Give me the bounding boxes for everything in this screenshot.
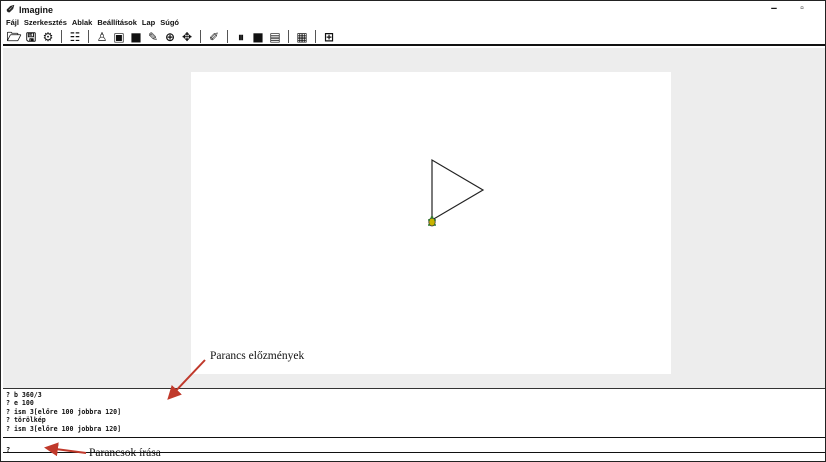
pen-icon[interactable]: ✎ — [146, 30, 160, 44]
history-line: ? e 100 — [6, 399, 34, 408]
grid-icon[interactable]: ⊞ — [322, 30, 336, 44]
workspace — [3, 48, 825, 389]
canvas-drawing — [428, 158, 485, 227]
menu-file[interactable]: Fájl — [6, 17, 19, 29]
imagine-logo-icon: ✐ — [6, 4, 16, 16]
menu-window[interactable]: Ablak — [72, 17, 92, 29]
menu-settings[interactable]: Beállítások — [97, 17, 137, 29]
save-icon[interactable]: 🖫 — [24, 30, 38, 44]
page-icon[interactable]: ▦ — [295, 30, 309, 44]
toolbar-separator — [88, 30, 89, 43]
stop-icon[interactable]: ■ — [251, 30, 265, 44]
pause-icon[interactable]: ⏸ — [234, 30, 248, 44]
history-line: ? ism 3[előre 100 jobbra 120] — [6, 424, 122, 433]
toolbar: 🗁 🖫 ⚙ ☷ ♙ ▣ ■ ✎ ⊕ ✥ ✐ ⏸ ■ ▤ ▦ ⊞ — [3, 29, 825, 46]
toolbar-separator — [200, 30, 201, 43]
toolbar-separator — [227, 30, 228, 43]
command-annotation: Parancsok írása — [89, 447, 161, 459]
menu-page[interactable]: Lap — [142, 17, 155, 29]
target-dropdown-icon[interactable]: ⊕ — [163, 30, 177, 44]
toolbar-separator — [288, 30, 289, 43]
minimize-button[interactable]: − — [767, 2, 781, 16]
imagine-window: ✐ Imagine − ▫ × Fájl Szerkesztés Ablak B… — [0, 0, 826, 462]
rectangle-icon[interactable]: ■ — [129, 30, 143, 44]
move-dropdown-icon[interactable]: ✥ — [180, 30, 194, 44]
window-title: Imagine — [19, 5, 54, 15]
triangle-shape — [431, 158, 485, 222]
open-folder-icon[interactable]: 🗁 — [7, 30, 22, 44]
toolbar-separator — [61, 30, 62, 43]
maximize-button[interactable]: ▫ — [795, 2, 809, 16]
command-history-panel[interactable]: ? b 360/3 ? e 100 ? ism 3[előre 100 jobb… — [3, 389, 825, 438]
turtle-icon — [428, 216, 436, 227]
settings-icon[interactable]: ⚙ — [41, 30, 55, 44]
turtle-icon[interactable]: ♙ — [95, 30, 109, 44]
command-prompt: ? — [6, 446, 11, 454]
history-annotation: Parancs előzmények — [206, 349, 309, 365]
imagine-logo-icon[interactable]: ✐ — [207, 30, 221, 44]
drawing-canvas[interactable] — [191, 72, 671, 374]
menu-help[interactable]: Súgó — [160, 17, 179, 29]
window-icon[interactable]: ▣ — [112, 30, 126, 44]
history-line: ? ism 3[előre 100 jobbra 120] — [6, 407, 122, 416]
close-button[interactable]: × — [821, 2, 826, 16]
history-line: ? törölkép — [6, 416, 46, 425]
chart-icon[interactable]: ▤ — [268, 30, 282, 44]
menu-edit[interactable]: Szerkesztés — [24, 17, 67, 29]
toolbar-separator — [315, 30, 316, 43]
history-line: ? b 360/3 — [6, 391, 42, 399]
menu-bar: Fájl Szerkesztés Ablak Beállítások Lap S… — [3, 17, 179, 29]
list-view-icon[interactable]: ☷ — [68, 30, 82, 44]
title-bar: ✐ Imagine − ▫ × — [3, 2, 826, 17]
